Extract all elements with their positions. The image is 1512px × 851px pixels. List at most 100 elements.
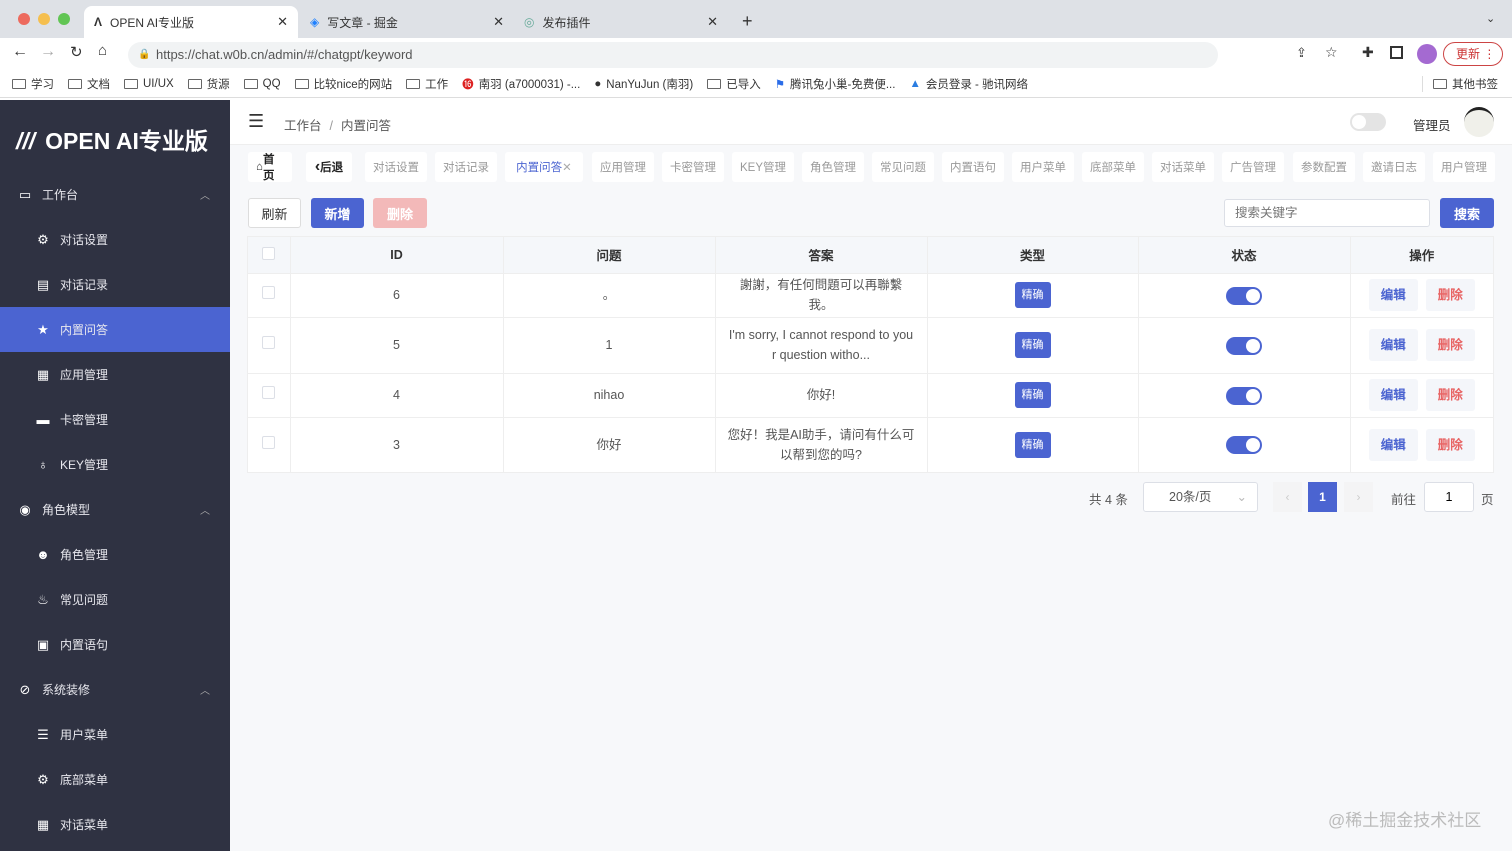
close-tab-icon[interactable]: ✕: [277, 14, 288, 30]
page-tab[interactable]: 对话菜单: [1152, 152, 1214, 182]
page-tab[interactable]: 内置问答 ✕: [505, 152, 583, 182]
edit-button[interactable]: 编辑: [1368, 428, 1418, 461]
sidebar-item-key-management[interactable]: ♁ KEY管理: [0, 442, 230, 487]
delete-button[interactable]: 删除: [1425, 428, 1475, 461]
bookmark-star-icon[interactable]: ☆: [1325, 44, 1338, 61]
search-button[interactable]: 搜索: [1440, 198, 1494, 228]
sidebar-group-system-decoration[interactable]: ⊘ 系统装修 ︿: [0, 667, 230, 712]
page-tab[interactable]: 对话记录: [435, 152, 497, 182]
status-toggle[interactable]: [1226, 436, 1262, 455]
page-tab[interactable]: 角色管理: [802, 152, 864, 182]
page-tab[interactable]: 用户管理: [1433, 152, 1495, 182]
browser-tab-active[interactable]: Λ OPEN AI专业版 ✕: [84, 6, 298, 38]
user-avatar[interactable]: [1464, 107, 1494, 137]
close-window-button[interactable]: [18, 13, 30, 25]
extensions-icon[interactable]: ✚: [1362, 44, 1374, 61]
edit-button[interactable]: 编辑: [1368, 279, 1418, 311]
browser-tab[interactable]: ◈ 写文章 - 掘金 ✕: [300, 6, 514, 38]
collapse-menu-icon[interactable]: ☰: [248, 111, 264, 132]
page-tab[interactable]: 参数配置: [1293, 152, 1355, 182]
page-tab[interactable]: 对话设置: [365, 152, 427, 182]
edit-button[interactable]: 编辑: [1368, 329, 1418, 361]
sidebar-item-builtin-sentences[interactable]: ▣ 内置语句: [0, 622, 230, 667]
refresh-button[interactable]: 刷新: [248, 198, 301, 228]
status-toggle[interactable]: [1226, 336, 1262, 355]
close-tab-icon[interactable]: ✕: [707, 14, 718, 30]
theme-toggle[interactable]: [1350, 113, 1386, 131]
bookmark-item[interactable]: UI/UX: [124, 78, 174, 90]
sidebar-item-footer-menu[interactable]: ⚙ 底部菜单: [0, 757, 230, 802]
bookmark-item[interactable]: 比较nice的网站: [294, 76, 392, 92]
sidebar-item-faq[interactable]: ♨ 常见问题: [0, 577, 230, 622]
back-icon[interactable]: ←: [12, 43, 28, 61]
tab-back[interactable]: ‹ 后退: [306, 152, 352, 182]
search-input[interactable]: [1224, 199, 1430, 227]
url-input[interactable]: 🔒 https://chat.w0b.cn/admin/#/chatgpt/key…: [128, 42, 1218, 68]
page-tab[interactable]: 内置语句: [942, 152, 1004, 182]
add-button[interactable]: 新增: [311, 198, 364, 228]
update-button[interactable]: 更新 ⋮: [1443, 42, 1503, 66]
tab-home[interactable]: ⌂ 首页: [248, 152, 292, 182]
bookmark-item[interactable]: 货源: [187, 76, 230, 92]
share-icon[interactable]: ⇪: [1296, 45, 1307, 61]
page-tab[interactable]: 常见问题: [872, 152, 934, 182]
breadcrumb-workbench[interactable]: 工作台: [284, 119, 322, 133]
sidebar-item-app-management[interactable]: ▦ 应用管理: [0, 352, 230, 397]
side-panel-icon[interactable]: [1390, 46, 1403, 59]
page-size-select[interactable]: 20条/页 ⌄: [1143, 482, 1258, 512]
new-tab-icon[interactable]: +: [742, 11, 753, 32]
row-checkbox[interactable]: [262, 386, 276, 399]
bookmark-item[interactable]: ● NanYuJun (南羽): [594, 76, 693, 92]
username[interactable]: 管理员: [1413, 115, 1451, 134]
forward-icon[interactable]: →: [40, 43, 56, 61]
browser-tab[interactable]: ◎ 发布插件 ✕: [514, 6, 728, 38]
edit-button[interactable]: 编辑: [1368, 379, 1418, 411]
row-checkbox[interactable]: [262, 336, 276, 349]
profile-avatar[interactable]: [1417, 44, 1437, 64]
maximize-window-button[interactable]: [58, 13, 70, 25]
select-all-checkbox[interactable]: [262, 246, 276, 260]
page-tab[interactable]: 底部菜单: [1082, 152, 1144, 182]
page-tab[interactable]: 邀请日志: [1363, 152, 1425, 182]
next-page-button[interactable]: ›: [1344, 482, 1373, 512]
page-tab[interactable]: 应用管理: [592, 152, 654, 182]
row-checkbox[interactable]: [262, 435, 276, 449]
sidebar-item-chat-records[interactable]: ▤ 对话记录: [0, 262, 230, 307]
delete-button[interactable]: 删除: [1425, 279, 1475, 311]
tab-list-chevron-icon[interactable]: ⌄: [1486, 12, 1495, 25]
close-tab-icon[interactable]: ✕: [493, 14, 504, 30]
bookmark-item[interactable]: QQ: [243, 78, 281, 90]
page-tab[interactable]: KEY管理: [732, 152, 794, 182]
sidebar-group-workbench[interactable]: ▭ 工作台 ︿: [0, 172, 230, 217]
bookmark-item[interactable]: 已导入: [707, 76, 761, 92]
bookmark-item[interactable]: ⚑ 腾讯兔小巢-免费便...: [775, 76, 896, 92]
sidebar-item-chat-menu[interactable]: ▦ 对话菜单: [0, 802, 230, 847]
status-toggle[interactable]: [1226, 286, 1262, 305]
bookmark-item[interactable]: 文档: [68, 76, 110, 92]
reload-icon[interactable]: ↻: [70, 43, 83, 61]
page-tab[interactable]: 广告管理: [1222, 152, 1284, 182]
row-checkbox[interactable]: [262, 286, 276, 299]
bookmark-item[interactable]: 工作: [406, 76, 448, 92]
goto-page-input[interactable]: [1424, 482, 1474, 512]
bulk-delete-button[interactable]: 删除: [373, 198, 427, 228]
page-tab[interactable]: 卡密管理: [662, 152, 724, 182]
delete-button[interactable]: 删除: [1425, 329, 1475, 361]
page-tab[interactable]: 用户菜单: [1012, 152, 1074, 182]
delete-button[interactable]: 删除: [1425, 379, 1475, 411]
close-tab-icon[interactable]: ✕: [562, 160, 572, 174]
sidebar-item-role-management[interactable]: ☻ 角色管理: [0, 532, 230, 577]
other-bookmarks[interactable]: 其他书签: [1422, 75, 1498, 92]
bookmark-item[interactable]: 学习: [12, 76, 54, 92]
home-icon[interactable]: ⌂: [98, 42, 107, 59]
sidebar-item-card-management[interactable]: ▬ 卡密管理: [0, 397, 230, 442]
bookmark-item[interactable]: ▲ 会员登录 - 驰讯网络: [909, 76, 1028, 92]
sidebar-item-builtin-qa[interactable]: ★ 内置问答: [0, 307, 230, 352]
sidebar-item-chat-settings[interactable]: ⚙ 对话设置: [0, 217, 230, 262]
prev-page-button[interactable]: ‹: [1273, 482, 1302, 512]
status-toggle[interactable]: [1226, 386, 1262, 405]
minimize-window-button[interactable]: [38, 13, 50, 25]
sidebar-group-role-model[interactable]: ◉ 角色模型 ︿: [0, 487, 230, 532]
bookmark-item[interactable]: ⓰ 南羽 (a7000031) -...: [462, 76, 580, 92]
page-1-button[interactable]: 1: [1308, 482, 1337, 512]
